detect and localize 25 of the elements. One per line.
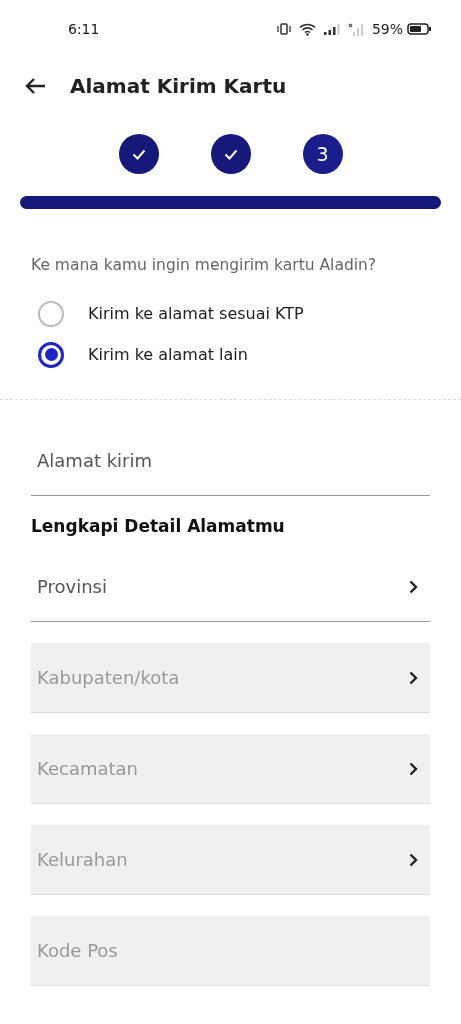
question-text: Ke mana kamu ingin mengirim kartu Aladin? bbox=[30, 255, 378, 276]
status-time: 6:11 bbox=[68, 19, 100, 39]
check-icon bbox=[223, 148, 238, 160]
chevron-right-icon bbox=[409, 579, 418, 594]
radio-option[interactable]: Kirim ke alamat lain bbox=[0, 334, 461, 376]
vibrate-icon bbox=[276, 23, 291, 35]
chevron-right-icon bbox=[409, 670, 418, 685]
option-label: Kirim ke alamat sesuai KTP bbox=[88, 302, 304, 325]
check-icon bbox=[131, 148, 146, 160]
chevron-right-icon bbox=[409, 761, 418, 776]
page-title: Alamat Kirim Kartu bbox=[70, 73, 287, 100]
radio-button[interactable] bbox=[38, 300, 64, 327]
section-heading: Lengkapi Detail Alamatmu bbox=[30, 515, 286, 539]
battery-icon bbox=[407, 23, 431, 35]
battery-percent: 59% bbox=[371, 19, 403, 39]
radio-button[interactable] bbox=[38, 341, 64, 368]
no-signal-icon bbox=[347, 22, 364, 36]
radio-option[interactable]: Kirim ke alamat sesuai KTP bbox=[0, 293, 461, 335]
step-indicator: 3 bbox=[302, 134, 343, 174]
signal-icon bbox=[323, 23, 340, 35]
wifi-icon bbox=[298, 22, 316, 36]
back-button[interactable] bbox=[24, 77, 46, 95]
chevron-right-icon bbox=[409, 852, 418, 867]
option-label: Kirim ke alamat lain bbox=[88, 343, 248, 366]
back-arrow-icon bbox=[24, 77, 46, 95]
